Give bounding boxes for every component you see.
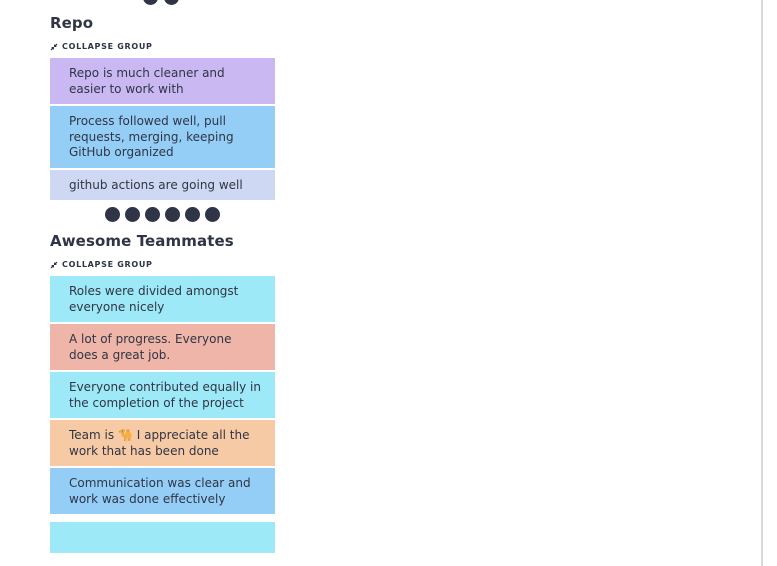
retro-card[interactable]: github actions are going well [50, 169, 275, 200]
retro-card[interactable]: A lot of progress. Everyone does a great… [50, 324, 275, 370]
vote-dot-icon [145, 207, 160, 222]
card-text: Repo is much cleaner and easier to work … [69, 66, 225, 96]
retro-card[interactable]: Process followed well, pull requests, me… [50, 106, 275, 168]
empty-retro-card[interactable] [50, 522, 275, 553]
retro-card[interactable]: Communication was clear and work was don… [50, 468, 275, 514]
retro-card[interactable]: Repo is much cleaner and easier to work … [50, 58, 275, 104]
vote-dot-icon [165, 207, 180, 222]
card-text: Process followed well, pull requests, me… [69, 114, 234, 159]
group-votes [50, 207, 275, 222]
group-title: Repo [50, 14, 94, 32]
collapse-group-button[interactable]: COLLAPSE GROUP [50, 260, 276, 269]
vote-dot-icon [143, 0, 158, 5]
collapse-arrows-icon [50, 43, 58, 50]
card-text: Team is 🐪 I appreciate all the work that… [69, 428, 263, 459]
group-awesome-teammates: Awesome Teammates COLLAPSE GROUP Roles w… [50, 232, 276, 516]
card-text-before: Team is [69, 428, 115, 442]
card-text: A lot of progress. Everyone does a great… [69, 332, 232, 362]
card-text: Communication was clear and work was don… [69, 476, 251, 506]
group-title: Awesome Teammates [50, 232, 234, 250]
retro-card[interactable]: Roles were divided amongst everyone nice… [50, 276, 275, 322]
card-text: github actions are going well [69, 177, 243, 192]
card-text: Everyone contributed equally in the comp… [69, 380, 261, 410]
previous-group-votes [143, 0, 179, 5]
group-repo: Repo COLLAPSE GROUP Repo is much cleaner… [50, 14, 276, 228]
vote-dot-icon [164, 0, 179, 5]
collapse-group-label: COLLAPSE GROUP [62, 260, 153, 269]
collapse-group-label: COLLAPSE GROUP [62, 42, 153, 51]
panel-divider [761, 0, 763, 566]
collapse-arrows-icon [50, 261, 58, 268]
collapse-group-button[interactable]: COLLAPSE GROUP [50, 42, 276, 51]
retro-card[interactable]: Everyone contributed equally in the comp… [50, 372, 275, 418]
card-text: Roles were divided amongst everyone nice… [69, 284, 239, 314]
vote-dot-icon [205, 207, 220, 222]
vote-dot-icon [185, 207, 200, 222]
camel-emoji-icon: 🐪 [117, 428, 133, 442]
vote-dot-icon [125, 207, 140, 222]
retro-card[interactable]: Team is 🐪 I appreciate all the work that… [50, 420, 275, 466]
vote-dot-icon [105, 207, 120, 222]
